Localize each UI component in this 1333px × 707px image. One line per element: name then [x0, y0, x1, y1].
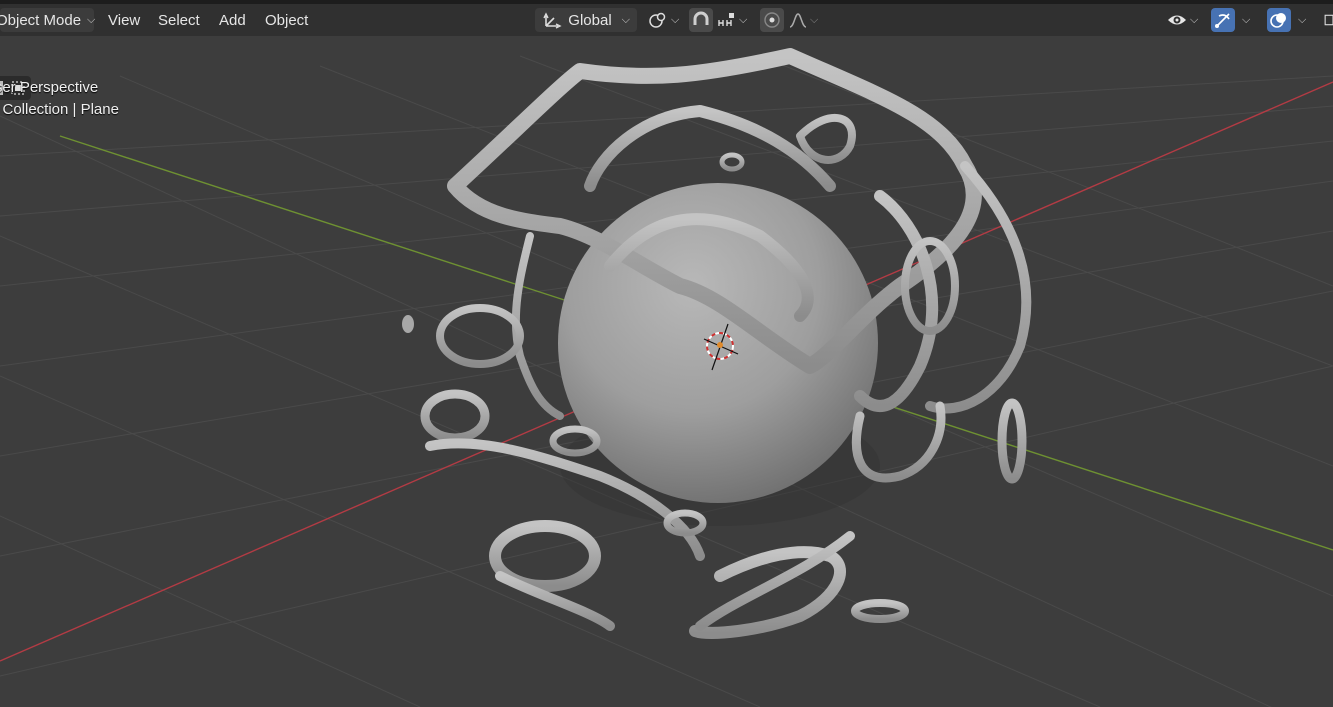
transform-orientation-dropdown[interactable]: Global ⌵ [535, 8, 637, 32]
viewport-header: Object Mode ⌵ View Select Add Object Glo… [0, 4, 1333, 36]
shading-icon [1322, 8, 1333, 32]
snap-toggle[interactable] [689, 8, 713, 32]
chevron-down-icon: ⌵ [87, 13, 96, 26]
shading-toggle[interactable] [1322, 8, 1333, 32]
snap-magnet-icon [689, 8, 713, 32]
falloff-dropdown[interactable]: ⌵ [786, 8, 818, 32]
chevron-down-icon: ⌵ [1242, 13, 1251, 26]
chevron-down-icon: ⌵ [1190, 13, 1199, 26]
snap-target-dropdown[interactable]: ⌵ [714, 8, 747, 32]
gizmo-toggle[interactable]: ⌵ [1211, 8, 1250, 32]
chevron-down-icon: ⌵ [739, 13, 748, 26]
transform-orientation-icon [542, 8, 562, 32]
overlay-icon [1267, 8, 1291, 32]
pivot-point-icon [646, 8, 670, 32]
visibility-eye-icon [1165, 8, 1189, 32]
chevron-down-icon: ⌵ [671, 13, 680, 26]
chevron-down-icon: ⌵ [1298, 13, 1307, 26]
view-name-label: User Perspective [0, 79, 99, 96]
menu-add[interactable]: Add [212, 8, 253, 32]
proportional-edit-toggle[interactable] [760, 8, 784, 32]
mode-dropdown[interactable]: Object Mode ⌵ [0, 8, 96, 32]
menu-select[interactable]: Select [151, 8, 207, 32]
chevron-down-icon: ⌵ [621, 13, 630, 26]
menu-object[interactable]: Object [258, 8, 315, 32]
collection-info-label: (1) Collection | Plane [0, 101, 119, 118]
visibility-dropdown[interactable]: ⌵ [1165, 8, 1198, 32]
gizmo-icon [1211, 8, 1235, 32]
chevron-down-icon: ⌵ [810, 13, 819, 26]
orientation-label: Global [568, 11, 612, 29]
falloff-curve-icon [786, 8, 810, 32]
overlay-toggle[interactable]: ⌵ [1267, 8, 1306, 32]
snap-increment-icon [714, 8, 738, 32]
mode-label: Object Mode [0, 11, 82, 29]
3d-viewport[interactable]: User Perspective (1) Collection | Plane [0, 36, 1333, 707]
viewport-scene [0, 48, 1333, 707]
proportional-edit-icon [760, 8, 784, 32]
menu-view[interactable]: View [101, 8, 147, 32]
pivot-point-dropdown[interactable]: ⌵ [646, 8, 679, 32]
